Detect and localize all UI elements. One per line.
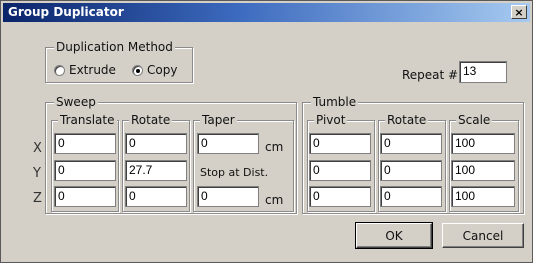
pivot-x-input[interactable]: 0 [309,133,371,154]
translate-x-input[interactable]: 0 [54,133,116,154]
axis-z-label: Z [33,191,42,206]
sweep-rotate-legend: Rotate [129,113,173,127]
ok-button[interactable]: OK [355,222,433,249]
tumble-rotate-y-input[interactable]: 0 [380,160,442,181]
sweep-rotate-z-input[interactable]: 0 [125,186,187,207]
taper-legend: Taper [200,113,237,127]
title-bar[interactable]: Group Duplicator × [3,3,530,22]
copy-label: Copy [147,63,178,77]
tumble-legend: Tumble [311,95,359,109]
window-title: Group Duplicator [8,5,124,19]
axis-x-label: X [33,141,42,156]
pivot-legend: Pivot [314,113,348,127]
taper-stop-input[interactable]: 0 [197,186,259,207]
repeat-input[interactable]: 13 [459,61,507,83]
scale-legend: Scale [456,113,493,127]
axis-y-label: Y [33,166,41,181]
close-button[interactable]: × [511,5,527,19]
scale-x-input[interactable]: 100 [451,133,515,154]
duplication-method-group: Duplication Method Extrude Copy [45,40,193,83]
extrude-radio[interactable] [54,64,65,76]
taper-start-input[interactable]: 0 [197,133,259,154]
dialog-window: Group Duplicator × Duplication Method Ex… [0,0,533,263]
extrude-radio-option[interactable]: Extrude [54,63,116,77]
pivot-z-input[interactable]: 0 [309,186,371,207]
tumble-rotate-x-input[interactable]: 0 [380,133,442,154]
scale-z-input[interactable]: 100 [451,186,515,207]
translate-y-input[interactable]: 0 [54,160,116,181]
copy-radio-option[interactable]: Copy [132,63,177,77]
duplication-method-legend: Duplication Method [54,40,175,54]
taper-bottom-unit: cm [265,193,284,207]
translate-z-input[interactable]: 0 [54,186,116,207]
close-icon: × [514,5,524,19]
scale-y-input[interactable]: 100 [451,160,515,181]
copy-radio[interactable] [132,64,143,76]
tumble-rotate-z-input[interactable]: 0 [380,186,442,207]
sweep-rotate-x-input[interactable]: 0 [125,133,187,154]
sweep-legend: Sweep [54,95,98,109]
taper-top-unit: cm [265,140,284,154]
stop-at-dist-label: Stop at Dist. [200,166,269,179]
extrude-label: Extrude [69,63,116,77]
pivot-y-input[interactable]: 0 [309,160,371,181]
translate-legend: Translate [58,113,117,127]
repeat-label: Repeat # [402,68,459,82]
tumble-rotate-legend: Rotate [385,113,429,127]
sweep-rotate-y-input[interactable]: 27.7 [125,160,187,181]
cancel-button[interactable]: Cancel [442,223,524,248]
